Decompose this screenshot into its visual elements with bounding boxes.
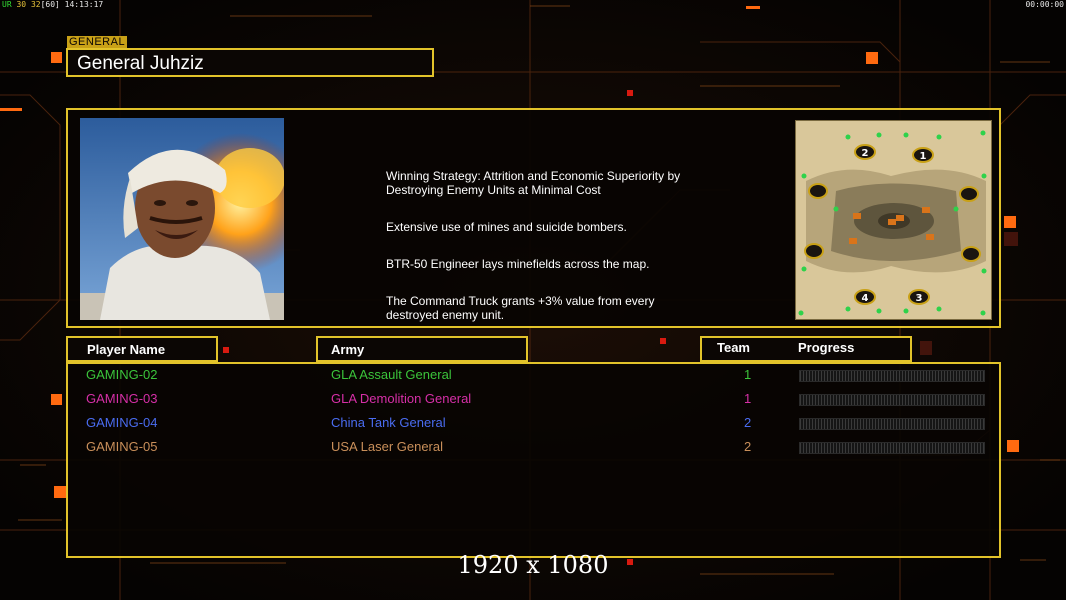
player-team: 2 — [744, 439, 752, 454]
player-name: GAMING-05 — [86, 439, 158, 454]
start-position-3: 3 — [916, 293, 923, 304]
strategy-line-4: The Command Truck grants +3% value from … — [386, 294, 655, 322]
player-row[interactable]: GAMING-02 GLA Assault General 1 — [68, 367, 998, 387]
general-info-panel: Winning Strategy: Attrition and Economic… — [66, 108, 1001, 328]
general-name: General Juhziz — [77, 53, 204, 74]
header-team-label[interactable]: Team — [717, 340, 750, 355]
header-army-label: Army — [331, 342, 365, 357]
resolution-label: 1920 x 1080 — [457, 551, 609, 579]
start-position-1: 1 — [920, 151, 927, 162]
strategy-line-1: Winning Strategy: Attrition and Economic… — [386, 169, 681, 197]
header-army[interactable]: Army — [316, 336, 528, 362]
progress-bar — [799, 418, 985, 430]
general-title-box: General Juhziz — [66, 48, 434, 77]
hud-prefix: UR — [2, 0, 12, 9]
header-player-name[interactable]: Player Name — [66, 336, 218, 362]
map-preview[interactable]: 1 2 3 4 — [795, 120, 992, 320]
header-team-progress: Team Progress — [700, 336, 912, 362]
player-row[interactable]: GAMING-05 USA Laser General 2 — [68, 439, 998, 459]
player-team: 1 — [744, 391, 752, 406]
hud-clock: 14:13:17 — [64, 0, 104, 9]
hud-value-b: 32 — [30, 0, 41, 9]
header-player-name-label: Player Name — [87, 342, 166, 357]
player-army: GLA Assault General — [331, 367, 452, 382]
strategy-description: Winning Strategy: Attrition and Economic… — [386, 155, 726, 345]
hud-value-a: 30 — [16, 0, 27, 9]
start-position-2: 2 — [862, 148, 869, 159]
header-progress-label: Progress — [798, 340, 855, 355]
player-army: China Tank General — [331, 415, 446, 430]
hud-stats: UR 30 32[60] 14:13:17 — [2, 0, 103, 9]
player-name: GAMING-03 — [86, 391, 158, 406]
hud-timer: 00:00:00 — [1025, 0, 1064, 9]
general-portrait — [80, 118, 284, 320]
player-army: GLA Demolition General — [331, 391, 472, 406]
start-position-4: 4 — [862, 293, 869, 304]
player-name: GAMING-04 — [86, 415, 158, 430]
general-section-label: GENERAL — [67, 36, 128, 48]
players-panel: GAMING-02 GLA Assault General 1 GAMING-0… — [66, 362, 1001, 558]
player-name: GAMING-02 — [86, 367, 158, 382]
player-army: USA Laser General — [331, 439, 444, 454]
strategy-line-3: BTR-50 Engineer lays minefields across t… — [386, 257, 650, 271]
player-team: 1 — [744, 367, 752, 382]
player-team: 2 — [744, 415, 752, 430]
player-row[interactable]: GAMING-04 China Tank General 2 — [68, 415, 998, 435]
player-row[interactable]: GAMING-03 GLA Demolition General 1 — [68, 391, 998, 411]
hud-value-c: [60] — [40, 0, 60, 9]
progress-bar — [799, 394, 985, 406]
progress-bar — [799, 442, 985, 454]
progress-bar — [799, 370, 985, 382]
strategy-line-2: Extensive use of mines and suicide bombe… — [386, 220, 627, 234]
